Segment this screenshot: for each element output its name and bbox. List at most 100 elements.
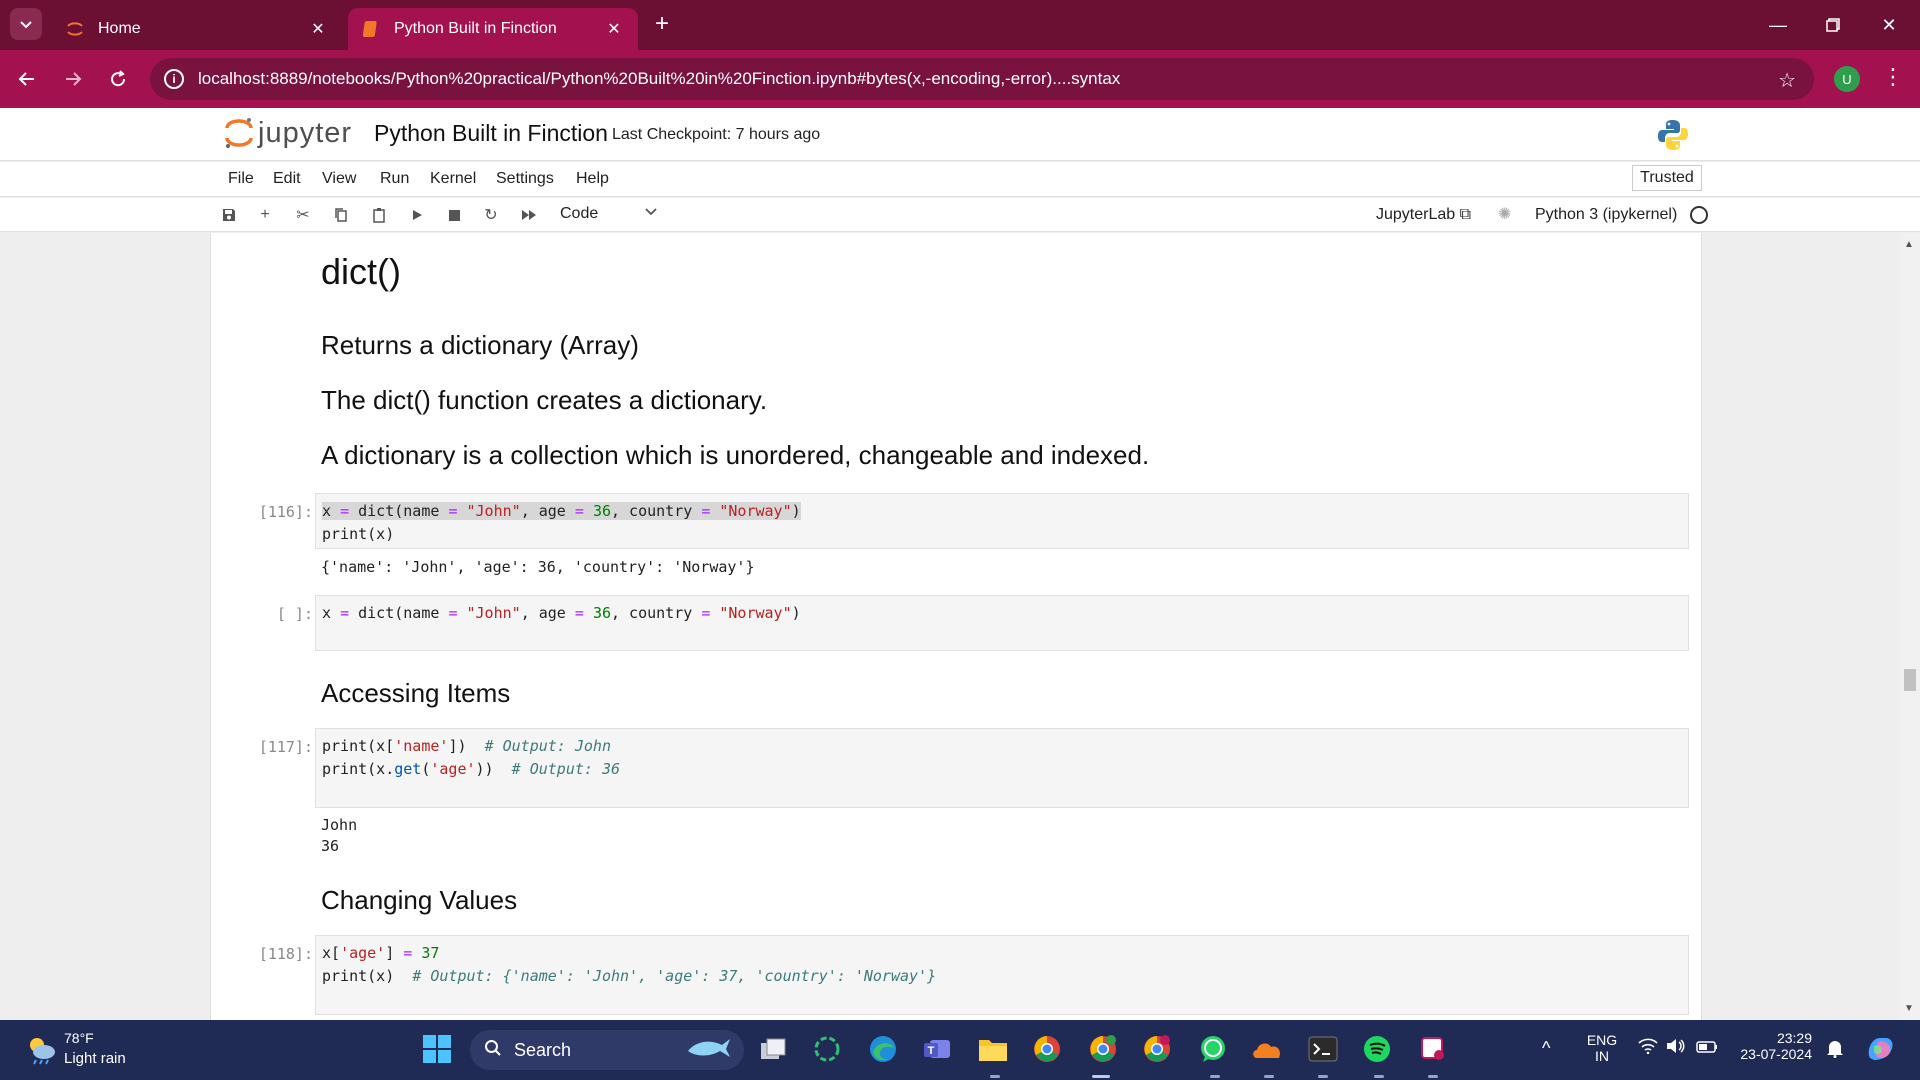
jupyter-tab-icon (66, 20, 84, 38)
clock[interactable]: 23:29 23-07-2024 (1732, 1030, 1812, 1062)
profile-avatar[interactable]: U (1834, 66, 1860, 92)
browser-nav-bar: i localhost:8889/notebooks/Python%20prac… (0, 50, 1920, 108)
code-line: print(x['name']) # Output: John (322, 737, 611, 755)
notebook-title[interactable]: Python Built in Finction (374, 120, 608, 147)
task-view-icon[interactable] (756, 1032, 790, 1066)
terminal-icon[interactable] (1306, 1032, 1340, 1066)
restart-icon[interactable]: ↻ (480, 204, 502, 226)
code-cell-unrun[interactable]: x = dict(name = "John", age = 36, countr… (315, 595, 1689, 651)
menu-file[interactable]: File (228, 170, 254, 188)
language-code: ENG (1586, 1032, 1618, 1048)
cloud-app-icon[interactable] (1250, 1032, 1284, 1066)
kernel-status-icon (1690, 206, 1708, 224)
cell-prompt: [ ]: (276, 605, 313, 623)
heading-accessing-items: Accessing Items (321, 678, 511, 708)
wifi-icon[interactable] (1638, 1038, 1658, 1057)
app-running-indicator (1374, 1075, 1384, 1078)
file-explorer-icon[interactable] (976, 1032, 1010, 1066)
jupyterlab-label: JupyterLab (1376, 206, 1456, 223)
app-running-indicator (990, 1075, 1000, 1078)
app-running-indicator (1264, 1075, 1274, 1078)
volume-icon[interactable] (1666, 1038, 1686, 1057)
menu-kernel[interactable]: Kernel (430, 170, 476, 188)
chrome-profile-icon[interactable] (1086, 1032, 1120, 1066)
window-close-icon[interactable]: ✕ (1874, 10, 1904, 40)
notebook-scrollbar[interactable]: ▲ ▼ (1900, 233, 1920, 1020)
notification-bell-icon[interactable] (1826, 1038, 1844, 1061)
app-running-indicator (1318, 1075, 1328, 1078)
teams-icon[interactable]: T (920, 1032, 954, 1066)
more-menu-icon[interactable]: ⋮ (1882, 64, 1904, 90)
tab-notebook[interactable]: Python Built in Finction ✕ (348, 8, 638, 50)
menu-run[interactable]: Run (380, 170, 409, 188)
clock-time: 23:29 (1776, 1030, 1812, 1046)
jupyter-header: jupyter Python Built in Finction Last Ch… (0, 108, 1920, 161)
tab-search-button[interactable] (10, 8, 42, 40)
language-indicator[interactable]: ENG IN (1584, 1032, 1620, 1064)
tab-home[interactable]: Home ✕ (52, 8, 342, 50)
run-icon[interactable] (406, 204, 428, 226)
url-text: localhost:8889/notebooks/Python%20practi… (198, 69, 1121, 88)
scrollbar-thumb[interactable] (1904, 669, 1916, 691)
site-info-icon[interactable]: i (164, 69, 184, 89)
windows-start-icon[interactable] (420, 1032, 454, 1066)
cursor-app-icon[interactable] (810, 1032, 844, 1066)
edge-icon[interactable] (866, 1032, 900, 1066)
new-tab-button[interactable]: + (650, 10, 674, 37)
copilot-icon[interactable] (1864, 1032, 1896, 1067)
open-jupyterlab-link[interactable]: JupyterLab ⧉ (1376, 206, 1471, 224)
reload-icon[interactable] (103, 64, 133, 94)
minimize-icon[interactable]: — (1763, 10, 1793, 40)
cut-icon[interactable]: ✂ (292, 204, 314, 226)
close-icon[interactable]: ✕ (308, 19, 328, 39)
chevron-down-icon (20, 21, 32, 29)
md-collection: A dictionary is a collection which is un… (321, 440, 1150, 470)
add-cell-icon[interactable]: + (254, 204, 276, 226)
snipping-tool-icon[interactable] (1416, 1032, 1450, 1066)
chrome-profile-icon-2[interactable] (1140, 1032, 1174, 1066)
code-cell-116[interactable]: x = dict(name = "John", age = 36, countr… (315, 493, 1689, 549)
close-icon[interactable]: ✕ (604, 19, 624, 39)
paste-icon[interactable] (368, 204, 390, 226)
copy-icon[interactable] (330, 204, 352, 226)
cell-output: 36 (321, 837, 340, 855)
tab-label: Home (98, 20, 141, 37)
address-bar[interactable]: i localhost:8889/notebooks/Python%20prac… (150, 58, 1814, 100)
battery-icon[interactable] (1696, 1040, 1718, 1056)
scroll-up-icon[interactable]: ▲ (1904, 239, 1914, 250)
cell-prompt: [118]: (258, 945, 313, 963)
cell-type-select[interactable]: Code (560, 205, 598, 223)
jupyter-logo[interactable]: jupyter (224, 116, 352, 150)
forward-arrow-icon[interactable] (58, 64, 88, 94)
clock-date: 23-07-2024 (1740, 1046, 1812, 1062)
taskbar-search[interactable]: Search (470, 1030, 744, 1070)
search-icon (484, 1039, 502, 1062)
whatsapp-icon[interactable] (1196, 1032, 1230, 1066)
stop-icon[interactable] (443, 204, 465, 226)
browser-tab-bar: Home ✕ Python Built in Finction ✕ + — ✕ (0, 0, 1920, 50)
chevron-up-icon[interactable]: ^ (1542, 1038, 1550, 1059)
code-cell-118[interactable]: x['age'] = 37 print(x) # Output: {'name'… (315, 935, 1689, 1015)
back-arrow-icon[interactable] (12, 64, 42, 94)
debugger-icon[interactable]: ✺ (1498, 204, 1511, 224)
run-all-icon[interactable] (518, 204, 540, 226)
notebook-page: dict() Returns a dictionary (Array) The … (210, 233, 1702, 1020)
menu-help[interactable]: Help (576, 170, 609, 188)
spotify-icon[interactable] (1360, 1032, 1394, 1066)
bookmark-star-icon[interactable]: ☆ (1778, 68, 1796, 93)
kernel-name[interactable]: Python 3 (ipykernel) (1535, 206, 1677, 224)
save-icon[interactable] (218, 204, 240, 226)
scroll-down-icon[interactable]: ▼ (1904, 1003, 1914, 1014)
python-logo-icon (1658, 120, 1688, 150)
language-region: IN (1595, 1048, 1609, 1064)
restore-icon[interactable] (1818, 10, 1848, 40)
chrome-icon[interactable] (1030, 1032, 1064, 1066)
code-line: print(x) # Output: {'name': 'John', 'age… (322, 967, 937, 985)
code-cell-117[interactable]: print(x['name']) # Output: John print(x.… (315, 728, 1689, 808)
menu-view[interactable]: View (322, 170, 356, 188)
menu-edit[interactable]: Edit (273, 170, 301, 188)
trusted-badge[interactable]: Trusted (1632, 165, 1702, 191)
menu-settings[interactable]: Settings (496, 170, 554, 188)
chevron-down-icon[interactable] (644, 204, 658, 221)
weather-rain-icon[interactable] (24, 1032, 58, 1066)
